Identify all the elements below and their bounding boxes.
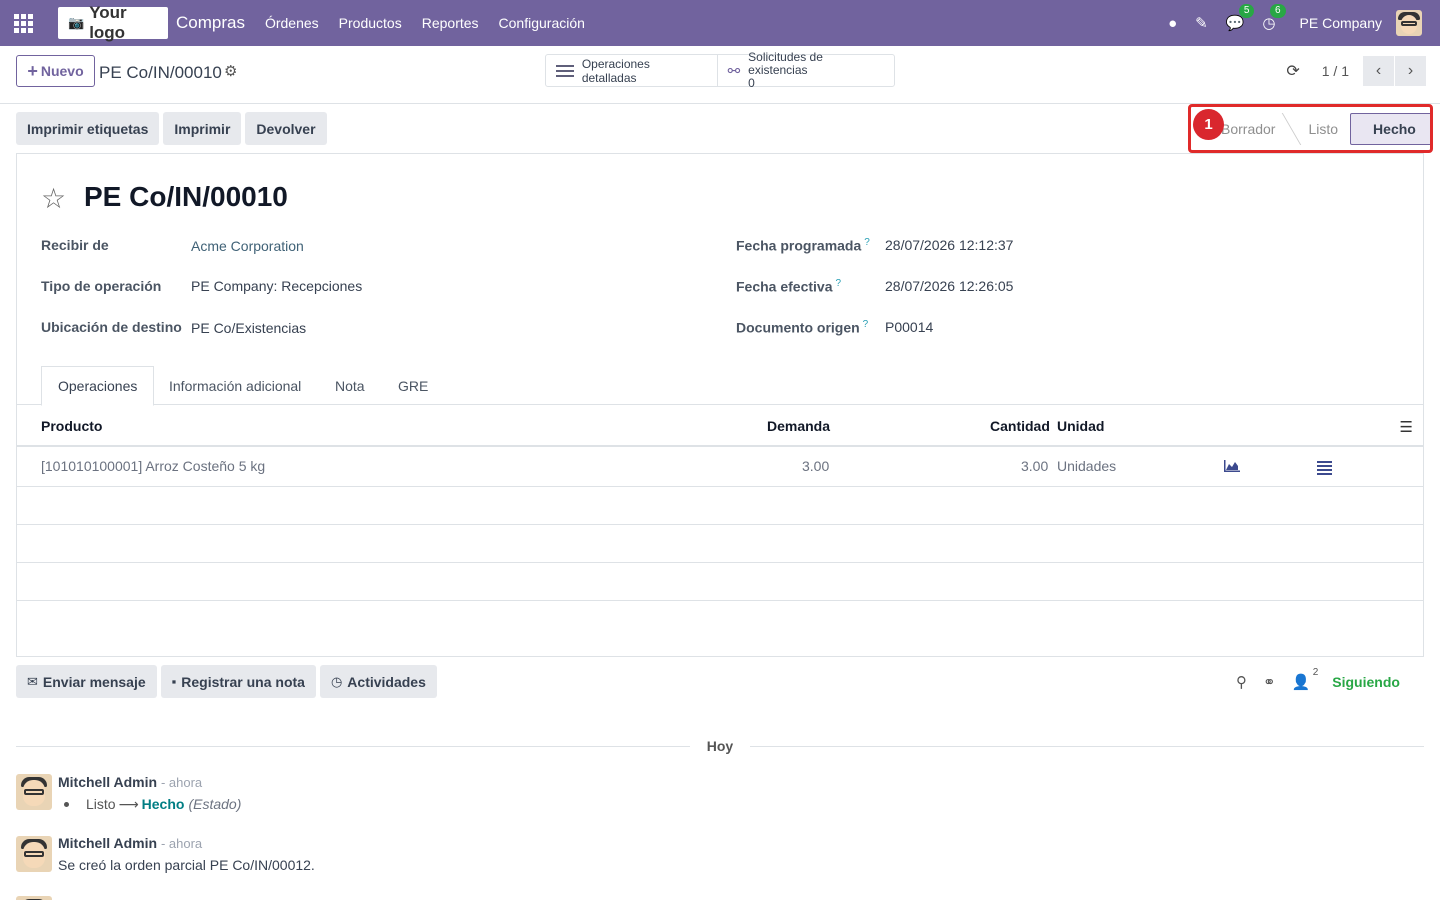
- chat-icon[interactable]: 💬 5: [1226, 4, 1255, 32]
- tab-informacion-adicional[interactable]: Información adicional: [153, 366, 317, 405]
- message-body: Se creó la orden parcial PE Co/IN/00012.: [58, 857, 315, 873]
- clock-icon: ◷: [330, 673, 343, 689]
- link-icon: ⚯: [727, 62, 741, 80]
- chevron-left-icon: ‹: [1375, 62, 1382, 79]
- row-unit[interactable]: Unidades: [1057, 458, 1116, 474]
- list-icon: [556, 62, 574, 80]
- followers-count: 2: [1312, 667, 1319, 678]
- activities-badge: 6: [1269, 4, 1286, 18]
- menu-reportes[interactable]: Reportes: [412, 15, 489, 31]
- menu-ordenes[interactable]: Órdenes: [255, 15, 329, 31]
- edit-icon[interactable]: ✎: [1195, 14, 1208, 32]
- notebook-tabs: Operaciones Información adicional Nota G…: [17, 366, 1423, 406]
- field-origin[interactable]: P00014: [885, 319, 933, 335]
- detailed-operations-button[interactable]: Operaciones detalladas: [546, 55, 718, 86]
- camera-icon: 📷: [68, 15, 85, 30]
- chevron-right-icon: ›: [1407, 62, 1414, 79]
- field-label-scheduled-date: Fecha programada?: [736, 237, 870, 254]
- messages-badge: 5: [1238, 4, 1255, 18]
- field-label-origin: Documento origen?: [736, 319, 869, 336]
- log-note-button[interactable]: ▪ Registrar una nota: [160, 665, 316, 698]
- breadcrumb-record: PE Co/IN/00010: [99, 63, 222, 82]
- followers-icon[interactable]: 👤 2: [1292, 667, 1319, 691]
- user-avatar[interactable]: [1396, 10, 1422, 36]
- company-logo: 📷 Your logo: [58, 3, 168, 42]
- form-sheet: ☆ PE Co/IN/00010 Recibir de Acme Corpora…: [16, 153, 1424, 657]
- row-demand[interactable]: 3.00: [802, 458, 829, 474]
- paperclip-icon[interactable]: ⚭: [1263, 673, 1276, 691]
- field-partner[interactable]: Acme Corporation: [191, 238, 304, 254]
- clock-icon[interactable]: ◷ 6: [1262, 4, 1286, 32]
- column-unit[interactable]: Unidad: [1057, 418, 1104, 434]
- field-label-operation-type: Tipo de operación: [41, 278, 162, 294]
- chatter-actions: ✉ Enviar mensaje ▪ Registrar una nota ◷ Act…: [16, 665, 441, 698]
- chatter-tools: ⚲ ⚭ 👤 2 Siguiendo: [1236, 667, 1400, 691]
- arrow-right-icon: ⟶: [118, 796, 139, 812]
- print-button[interactable]: Imprimir: [163, 112, 242, 145]
- column-quantity[interactable]: Cantidad: [990, 418, 1050, 434]
- return-button[interactable]: Devolver: [245, 112, 327, 145]
- avatar[interactable]: [16, 896, 52, 900]
- following-button[interactable]: Siguiendo: [1332, 674, 1400, 690]
- activities-button[interactable]: ◷ Actividades: [319, 665, 437, 698]
- row-product[interactable]: [101010100001] Arroz Costeño 5 kg: [41, 458, 265, 474]
- annotation-number: 1: [1193, 109, 1224, 140]
- new-button[interactable]: + Nuevo: [16, 55, 95, 87]
- pager-previous-button[interactable]: ‹: [1363, 56, 1394, 86]
- pager-value[interactable]: 1 / 1: [1322, 63, 1349, 79]
- field-scheduled-date[interactable]: 28/07/2026 12:12:37: [885, 237, 1013, 253]
- systray: ● ✎ 💬 5 ◷ 6 PE Company: [1150, 0, 1440, 46]
- stock-requests-button[interactable]: ⚯ Solicitudes de existencias 0: [718, 51, 894, 90]
- field-operation-type[interactable]: PE Company: Recepciones: [191, 278, 362, 294]
- avatar[interactable]: [16, 836, 52, 872]
- send-message-button[interactable]: ✉ Enviar mensaje: [16, 665, 157, 698]
- field-destination[interactable]: PE Co/Existencias: [191, 320, 306, 336]
- details-list-icon[interactable]: [1317, 459, 1332, 477]
- field-label-effective-date: Fecha efectiva?: [736, 278, 842, 295]
- tab-nota[interactable]: Nota: [319, 366, 381, 405]
- message-author[interactable]: Mitchell Admin - ahora: [58, 835, 202, 851]
- highlight-box: [1188, 104, 1433, 153]
- gear-icon[interactable]: ⚙: [224, 62, 237, 80]
- area-chart-icon[interactable]: [1224, 460, 1240, 472]
- company-switcher[interactable]: PE Company: [1300, 15, 1382, 31]
- date-separator: Hoy: [706, 738, 734, 754]
- pager: ⟳ 1 / 1 ‹ ›: [1286, 56, 1426, 86]
- pager-next-button[interactable]: ›: [1395, 56, 1426, 86]
- top-navbar: 📷 Your logo Compras Órdenes Productos Rep…: [0, 0, 1440, 46]
- control-panel: + Nuevo PE Co/IN/00010 ⚙ Operaciones deta…: [0, 46, 1440, 104]
- field-label-destination: Ubicación de destino: [41, 319, 182, 335]
- form-actions: Imprimir etiquetas Imprimir Devolver: [16, 112, 331, 145]
- column-product[interactable]: Producto: [41, 418, 102, 434]
- drop-icon[interactable]: ●: [1168, 15, 1177, 32]
- tracking-value: Listo ⟶ Hecho (Estado): [86, 796, 242, 812]
- field-effective-date[interactable]: 28/07/2026 12:26:05: [885, 278, 1013, 294]
- tab-operaciones[interactable]: Operaciones: [41, 366, 155, 406]
- print-labels-button[interactable]: Imprimir etiquetas: [16, 112, 160, 145]
- apps-menu-icon[interactable]: [0, 0, 46, 46]
- column-demand[interactable]: Demanda: [767, 418, 830, 434]
- message-author[interactable]: Mitchell Admin - ahora: [58, 774, 202, 790]
- menu-productos[interactable]: Productos: [329, 15, 412, 31]
- plus-icon: +: [27, 60, 38, 81]
- refresh-icon[interactable]: ⟳: [1286, 61, 1299, 81]
- tab-gre[interactable]: GRE: [382, 366, 444, 405]
- row-quantity[interactable]: 3.00: [1021, 458, 1048, 474]
- main-menu: Órdenes Productos Reportes Configuración: [255, 15, 595, 31]
- note-icon: ▪: [171, 674, 177, 689]
- avatar[interactable]: [16, 774, 52, 810]
- app-name[interactable]: Compras: [176, 13, 245, 33]
- field-label-partner: Recibir de: [41, 237, 109, 253]
- menu-configuracion[interactable]: Configuración: [489, 15, 595, 31]
- optional-columns-icon[interactable]: ☰: [1400, 418, 1413, 436]
- smart-buttons: Operaciones detalladas ⚯ Solicitudes de …: [545, 51, 895, 90]
- search-icon[interactable]: ⚲: [1236, 673, 1247, 691]
- envelope-icon: ✉: [27, 673, 38, 689]
- star-icon[interactable]: ☆: [41, 182, 66, 215]
- record-title: PE Co/IN/00010: [84, 181, 288, 212]
